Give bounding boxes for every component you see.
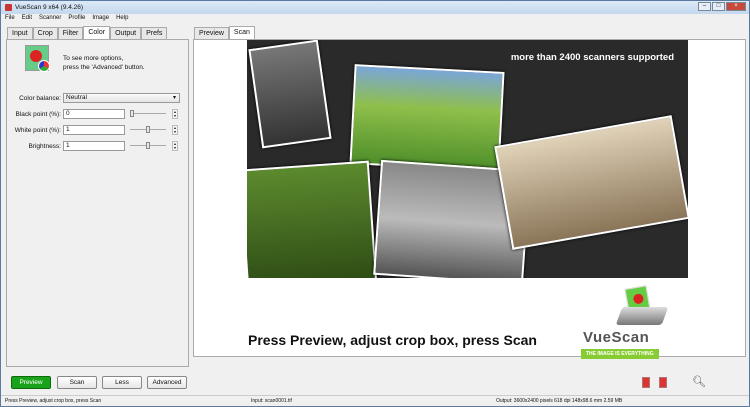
menu-scanner[interactable]: Scanner bbox=[39, 15, 61, 21]
menu-edit[interactable]: Edit bbox=[22, 15, 32, 21]
white-point-spinner[interactable]: ▴ ▾ bbox=[172, 125, 178, 135]
window-title: VueScan 9 x64 (9.4.26) bbox=[15, 4, 84, 11]
color-balance-select[interactable]: Neutral bbox=[63, 93, 180, 103]
photo-couple bbox=[248, 40, 332, 149]
white-point-label: White point (%): bbox=[14, 126, 61, 134]
app-icon bbox=[5, 4, 12, 11]
zoom-in-icon[interactable]: 🔍︎ bbox=[692, 375, 706, 388]
color-icon bbox=[25, 45, 50, 72]
photo-eiffel bbox=[494, 115, 688, 250]
black-point-input[interactable]: 0 bbox=[63, 109, 125, 119]
menu-bar: File Edit Scanner Profile Image Help bbox=[5, 15, 128, 21]
rotate-right-icon[interactable] bbox=[659, 377, 667, 388]
tab-color[interactable]: Color bbox=[83, 26, 111, 39]
logo-slogan: THE IMAGE IS EVERYTHING bbox=[581, 349, 659, 359]
minimize-button[interactable]: – bbox=[698, 2, 711, 11]
title-bar: VueScan 9 x64 (9.4.26) – □ × bbox=[1, 1, 749, 14]
menu-profile[interactable]: Profile bbox=[68, 15, 85, 21]
app-window: VueScan 9 x64 (9.4.26) – □ × File Edit S… bbox=[0, 0, 750, 407]
brightness-label: Brightness: bbox=[28, 142, 61, 150]
tab-input[interactable]: Input bbox=[7, 27, 33, 39]
close-button[interactable]: × bbox=[726, 2, 746, 11]
photo-children bbox=[349, 64, 505, 172]
status-output: Output: 3600x2400 pixels 618 dpi 148x98.… bbox=[496, 398, 623, 404]
brightness-input[interactable]: 1 bbox=[63, 141, 125, 151]
color-balance-label: Color balance: bbox=[19, 94, 61, 102]
menu-image[interactable]: Image bbox=[92, 15, 109, 21]
banner-tagline: more than 2400 scanners supported bbox=[510, 52, 674, 63]
status-input: Input: scan0001.tif bbox=[251, 398, 292, 404]
brightness-spinner[interactable]: ▴ ▾ bbox=[172, 141, 178, 151]
white-point-input[interactable]: 1 bbox=[63, 125, 125, 135]
menu-help[interactable]: Help bbox=[116, 15, 128, 21]
scan-view: more than 2400 scanners supported Press … bbox=[193, 39, 746, 359]
vuescan-logo: VueScan THE IMAGE IS EVERYTHING bbox=[579, 285, 689, 365]
tab-preview[interactable]: Preview bbox=[194, 27, 229, 39]
advanced-button[interactable]: Advanced bbox=[147, 376, 187, 389]
maximize-button[interactable]: □ bbox=[712, 2, 725, 11]
status-message: Press Preview, adjust crop box, press Sc… bbox=[5, 398, 102, 404]
logo-text: VueScan bbox=[583, 329, 650, 346]
scan-button[interactable]: Scan bbox=[57, 376, 97, 389]
instruction-message: Press Preview, adjust crop box, press Sc… bbox=[248, 332, 537, 348]
color-settings-panel: To see more options, press the 'Advanced… bbox=[6, 39, 189, 367]
hint-line-1: To see more options, bbox=[63, 55, 124, 62]
black-point-spinner[interactable]: ▴ ▾ bbox=[172, 109, 178, 119]
hint-line-2: press the 'Advanced' button. bbox=[63, 64, 145, 71]
menu-file[interactable]: File bbox=[5, 15, 15, 21]
black-point-label: Black point (%): bbox=[15, 110, 61, 118]
brightness-slider[interactable] bbox=[130, 141, 166, 151]
preview-button[interactable]: Preview bbox=[11, 376, 51, 389]
banner-collage: more than 2400 scanners supported bbox=[247, 40, 688, 278]
tab-scan[interactable]: Scan bbox=[228, 26, 255, 39]
tab-output[interactable]: Output bbox=[110, 27, 142, 39]
white-point-slider[interactable] bbox=[130, 125, 166, 135]
rotate-left-icon[interactable] bbox=[642, 377, 650, 388]
tab-filter[interactable]: Filter bbox=[57, 27, 84, 39]
status-bar: Press Preview, adjust crop box, press Sc… bbox=[1, 395, 749, 406]
black-point-slider[interactable] bbox=[130, 109, 166, 119]
photo-dog bbox=[247, 160, 378, 278]
tab-crop[interactable]: Crop bbox=[32, 27, 58, 39]
less-button[interactable]: Less bbox=[102, 376, 142, 389]
tab-prefs[interactable]: Prefs bbox=[141, 27, 168, 39]
